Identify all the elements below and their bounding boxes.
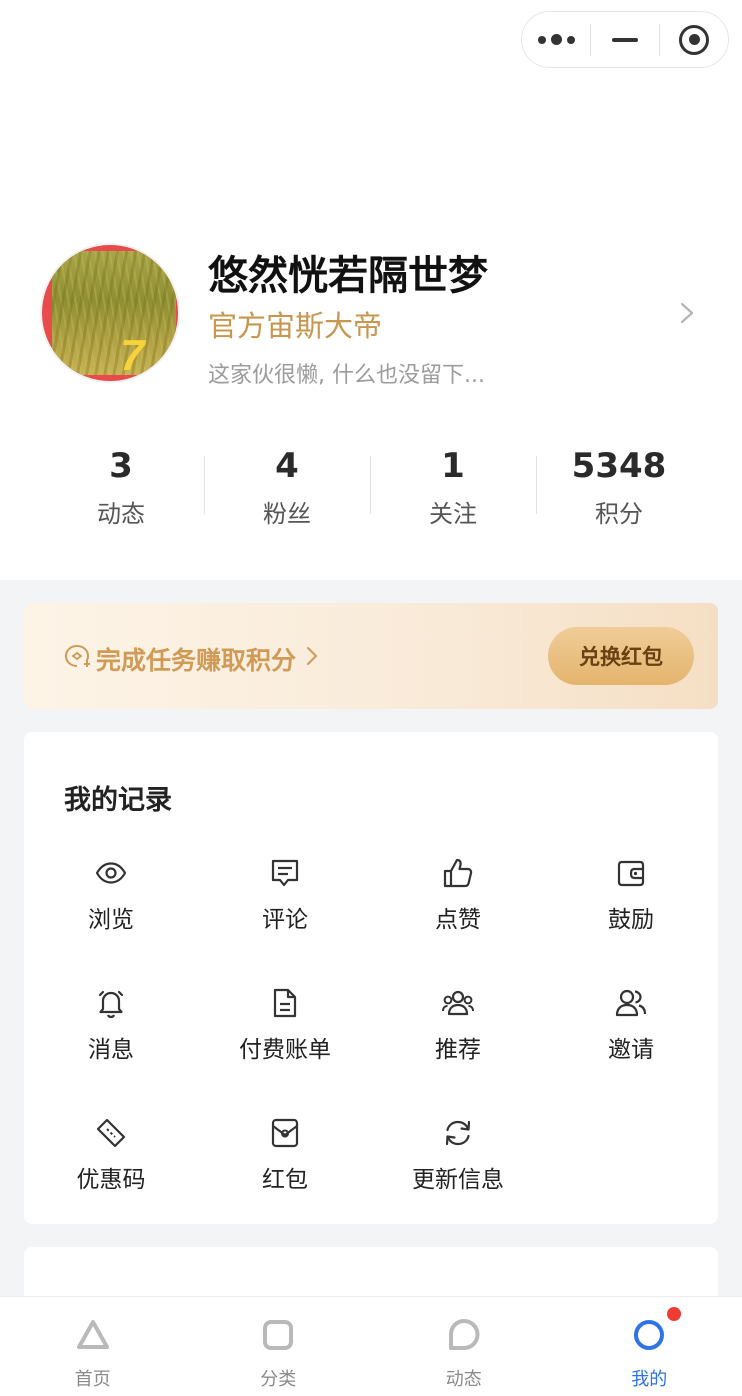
record-item-coupon[interactable]: 优惠码	[24, 1116, 198, 1216]
record-item-label: 优惠码	[76, 1167, 146, 1193]
record-item-label: 推荐	[435, 1037, 481, 1063]
record-item-invite[interactable]: 邀请	[544, 986, 718, 1086]
stat-label: 动态	[97, 500, 145, 528]
record-item-label: 鼓励	[608, 907, 654, 933]
stat-divider	[370, 456, 371, 514]
minus-icon	[612, 37, 638, 42]
stat-divider	[536, 456, 537, 514]
stat-posts[interactable]: 3 动态	[38, 444, 204, 534]
tab-label: 动态	[445, 1369, 482, 1390]
record-item-browse[interactable]: 浏览	[24, 856, 198, 956]
users-icon	[615, 989, 647, 1017]
stat-value: 5348	[571, 446, 667, 486]
stat-fans[interactable]: 4 粉丝	[204, 444, 370, 534]
tab-label: 首页	[74, 1369, 111, 1390]
red-packet-icon	[271, 1118, 299, 1148]
stat-value: 4	[275, 446, 299, 486]
miniprogram-capsule	[521, 11, 729, 68]
record-item-update-info[interactable]: 更新信息	[371, 1116, 545, 1216]
record-item-label: 评论	[262, 907, 308, 933]
eye-icon	[95, 862, 127, 884]
tab-label: 我的	[631, 1369, 668, 1390]
bell-icon	[98, 990, 124, 1019]
record-item-message[interactable]: 消息	[24, 986, 198, 1086]
tab-mine[interactable]: 我的	[557, 1297, 742, 1396]
thumb-up-icon	[443, 858, 473, 888]
close-miniprogram-button[interactable]	[660, 11, 728, 68]
record-item-like[interactable]: 点赞	[371, 856, 545, 956]
record-item-label: 更新信息	[412, 1167, 504, 1193]
chevron-right-icon	[307, 647, 317, 665]
stats-row: 3 动态 4 粉丝 1 关注 5348 积分	[38, 444, 702, 534]
minimize-button[interactable]	[591, 11, 659, 68]
record-item-label: 点赞	[435, 907, 481, 933]
record-item-label: 消息	[88, 1037, 134, 1063]
record-item-encourage[interactable]: 鼓励	[544, 856, 718, 956]
tab-category[interactable]: 分类	[186, 1297, 372, 1396]
tab-label: 分类	[260, 1369, 297, 1390]
record-item-red-packet[interactable]: 红包	[198, 1116, 372, 1216]
bubble-icon	[448, 1319, 480, 1350]
task-link-label[interactable]: 完成任务赚取积分	[96, 641, 296, 677]
avatar-image-text: 7	[120, 331, 145, 380]
comment-icon	[271, 859, 299, 887]
group-icon	[442, 990, 474, 1016]
my-records-card: 我的记录 浏览 评论 点赞 鼓励 消息 付费账单 推荐 邀请 优惠码 红包 更新…	[24, 732, 718, 1224]
ticket-icon	[96, 1118, 126, 1148]
target-icon	[679, 24, 709, 55]
stat-label: 粉丝	[263, 500, 311, 528]
record-item-label: 付费账单	[239, 1037, 331, 1063]
more-dots-icon	[537, 34, 575, 45]
username: 悠然恍若隔世梦	[208, 253, 488, 299]
record-item-comment[interactable]: 评论	[198, 856, 372, 956]
more-menu-button[interactable]	[522, 11, 590, 68]
stat-label: 积分	[595, 500, 643, 528]
square-icon	[263, 1320, 294, 1350]
wallet-icon	[617, 860, 645, 887]
task-banner: 完成任务赚取积分 兑换红包	[24, 603, 718, 709]
stat-value: 3	[109, 446, 133, 486]
tab-feed[interactable]: 动态	[371, 1297, 557, 1396]
record-item-recommend[interactable]: 推荐	[371, 986, 545, 1086]
triangle-icon	[76, 1320, 109, 1349]
record-item-label: 红包	[262, 1167, 308, 1193]
stat-value: 1	[441, 446, 465, 486]
stat-points[interactable]: 5348 积分	[536, 444, 702, 534]
stat-following[interactable]: 1 关注	[370, 444, 536, 534]
refresh-icon	[445, 1120, 471, 1146]
coin-task-icon	[64, 645, 90, 667]
user-bio: 这家伙很懒, 什么也没留下...	[208, 363, 485, 388]
records-title: 我的记录	[64, 785, 172, 816]
chevron-right-icon[interactable]	[676, 302, 698, 324]
circle-icon	[634, 1320, 665, 1350]
record-item-label: 浏览	[88, 907, 134, 933]
user-role: 官方宙斯大帝	[208, 309, 383, 343]
exchange-red-packet-button[interactable]: 兑换红包	[548, 627, 694, 685]
stat-divider	[204, 456, 205, 514]
notification-badge	[666, 1307, 681, 1321]
tab-home[interactable]: 首页	[0, 1297, 186, 1396]
document-icon	[273, 988, 297, 1018]
record-item-paid-bill[interactable]: 付费账单	[198, 986, 372, 1086]
stat-label: 关注	[429, 500, 477, 528]
avatar[interactable]: 7	[40, 243, 180, 383]
record-item-label: 邀请	[608, 1037, 654, 1063]
bottom-tab-bar: 首页 分类 动态 我的	[0, 1296, 742, 1396]
avatar-image	[52, 251, 176, 375]
